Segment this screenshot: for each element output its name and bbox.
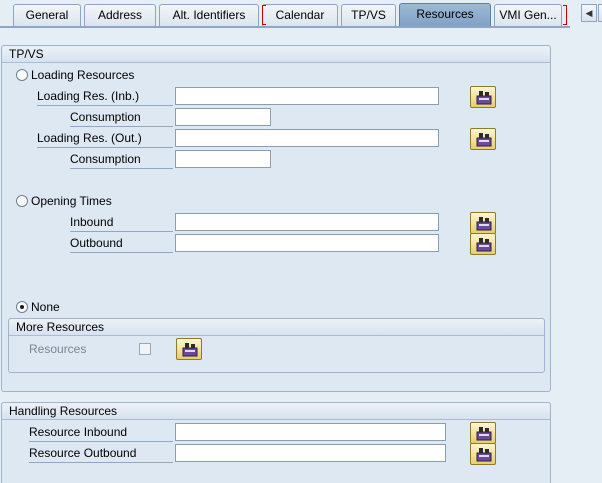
resource-inbound-field[interactable]	[175, 423, 446, 441]
none-radio[interactable]	[16, 301, 28, 313]
tab-resources[interactable]: Resources	[399, 3, 491, 28]
opening-times-radio[interactable]	[16, 195, 28, 207]
resource-outbound-field[interactable]	[175, 444, 446, 462]
consumption-field-2[interactable]	[175, 150, 271, 168]
loading-res-inb-field[interactable]	[175, 87, 439, 105]
search-help-icon	[182, 343, 198, 357]
opening-outbound-search-button[interactable]	[470, 233, 496, 255]
search-help-icon	[476, 238, 492, 252]
tab-underline	[0, 26, 570, 28]
more-resources-group: More Resources	[8, 318, 545, 373]
tab-list-button[interactable]	[598, 4, 602, 22]
tab-scroll-left-button[interactable]: ◀	[581, 4, 597, 22]
tab-alt-identifiers[interactable]: Alt. Identifiers	[159, 4, 259, 26]
tab-tpvs[interactable]: TP/VS	[341, 4, 396, 26]
consumption-label-2: Consumption	[70, 151, 173, 169]
opening-inbound-search-button[interactable]	[470, 212, 496, 234]
tab-vmi-general[interactable]: VMI Gen...	[494, 4, 562, 26]
search-help-icon	[476, 133, 492, 147]
tab-calendar[interactable]: Calendar	[262, 4, 338, 26]
opening-times-label: Opening Times	[31, 194, 112, 208]
opening-inbound-field[interactable]	[175, 213, 439, 231]
more-resources-title: More Resources	[9, 319, 544, 336]
loading-resources-label: Loading Resources	[31, 68, 135, 82]
tab-address[interactable]: Address	[84, 4, 156, 26]
none-label: None	[31, 300, 60, 314]
loading-resources-radio[interactable]	[16, 69, 28, 81]
loading-res-inb-label: Loading Res. (Inb.)	[37, 88, 173, 106]
search-help-icon	[476, 448, 492, 462]
resources-checkbox[interactable]	[139, 343, 151, 355]
resource-outbound-search-button[interactable]	[470, 443, 496, 465]
tpvs-group-title: TP/VS	[2, 46, 550, 63]
tab-general[interactable]: General	[13, 4, 81, 26]
loading-res-out-label: Loading Res. (Out.)	[37, 130, 173, 148]
search-help-icon	[476, 217, 492, 231]
opening-outbound-field[interactable]	[175, 234, 439, 252]
focus-indicator-right	[563, 5, 567, 25]
resource-inbound-search-button[interactable]	[470, 422, 496, 444]
search-help-icon	[476, 91, 492, 105]
tab-strip: General Address Alt. Identifiers Calenda…	[0, 0, 602, 30]
handling-resources-title: Handling Resources	[2, 403, 550, 420]
chevron-left-icon: ◀	[585, 8, 593, 18]
handling-resources-group: Handling Resources	[1, 402, 551, 483]
resources-search-button[interactable]	[176, 338, 202, 360]
resource-outbound-label: Resource Outbound	[29, 445, 173, 463]
opening-outbound-label: Outbound	[70, 235, 173, 253]
consumption-field-1[interactable]	[175, 108, 271, 126]
loading-res-out-field[interactable]	[175, 129, 439, 147]
loading-res-inb-search-button[interactable]	[470, 86, 496, 108]
search-help-icon	[476, 427, 492, 441]
focus-indicator-left	[262, 5, 266, 25]
loading-res-out-search-button[interactable]	[470, 128, 496, 150]
opening-inbound-label: Inbound	[70, 214, 173, 232]
resource-inbound-label: Resource Inbound	[29, 424, 173, 442]
resources-label: Resources	[29, 342, 87, 356]
consumption-label-1: Consumption	[70, 109, 173, 127]
